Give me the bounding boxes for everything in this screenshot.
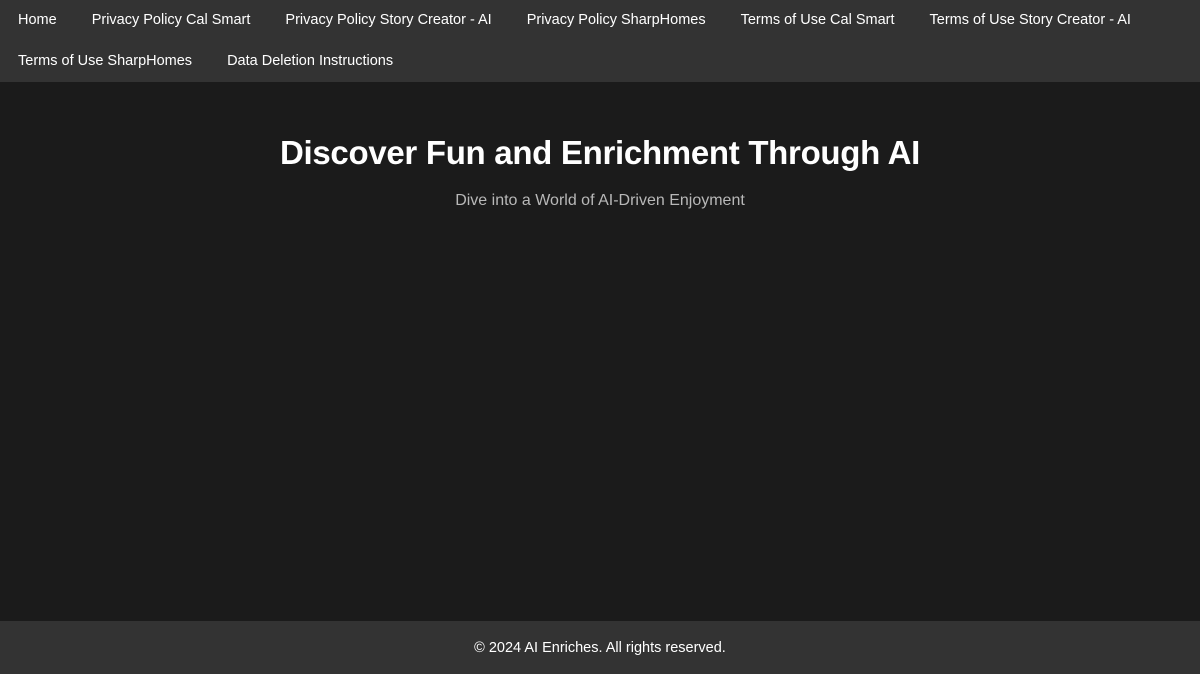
page: Home Privacy Policy Cal Smart Privacy Po… — [0, 0, 1200, 674]
nav-row-primary: Home Privacy Policy Cal Smart Privacy Po… — [0, 0, 1148, 41]
nav-link-terms-cal-smart[interactable]: Terms of Use Cal Smart — [723, 0, 912, 41]
nav-row-secondary: Terms of Use SharpHomes Data Deletion In… — [0, 41, 411, 82]
nav-link-data-deletion[interactable]: Data Deletion Instructions — [210, 41, 411, 82]
nav-link-terms-sharphomes[interactable]: Terms of Use SharpHomes — [0, 41, 210, 82]
nav-link-privacy-policy-story-creator[interactable]: Privacy Policy Story Creator - AI — [268, 0, 509, 41]
top-navigation: Home Privacy Policy Cal Smart Privacy Po… — [0, 0, 1200, 82]
footer: © 2024 AI Enriches. All rights reserved. — [0, 621, 1200, 674]
hero-title: Discover Fun and Enrichment Through AI — [279, 134, 921, 171]
hero-subtitle: Dive into a World of AI-Driven Enjoyment — [455, 192, 745, 209]
copyright-text: © 2024 AI Enriches. All rights reserved. — [474, 639, 726, 656]
nav-link-privacy-policy-sharphomes[interactable]: Privacy Policy SharpHomes — [509, 0, 723, 41]
nav-link-terms-story-creator[interactable]: Terms of Use Story Creator - AI — [912, 0, 1148, 41]
nav-link-home[interactable]: Home — [0, 0, 74, 41]
nav-link-privacy-policy-cal-smart[interactable]: Privacy Policy Cal Smart — [74, 0, 268, 41]
